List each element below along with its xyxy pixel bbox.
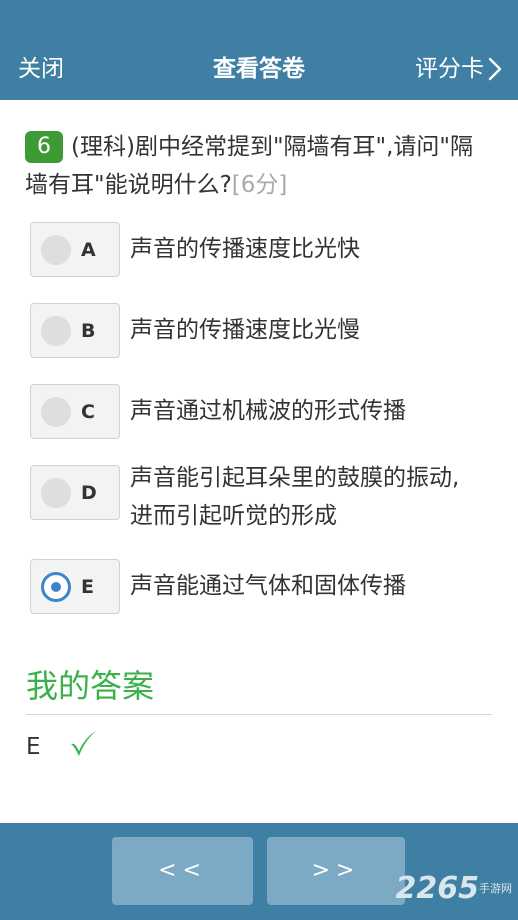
option-e-button[interactable]: E <box>30 559 120 614</box>
watermark-subtext: 手游网 <box>479 882 512 895</box>
option-a[interactable]: A 声音的传播速度比光快 <box>30 222 500 278</box>
check-icon <box>71 731 96 756</box>
question-score: [6分] <box>231 172 288 198</box>
option-text: 声音的传播速度比光慢 <box>130 317 360 343</box>
watermark-logo: 2265手游网 <box>396 871 513 907</box>
my-answer-value: E <box>26 734 41 760</box>
divider <box>26 714 492 715</box>
watermark-text: 2265 <box>395 871 480 906</box>
option-letter: D <box>81 482 97 504</box>
option-text: 声音的传播速度比光快 <box>130 236 360 262</box>
option-text: 声音通过机械波的形式传播 <box>130 398 406 424</box>
question-number-badge: 6 <box>25 131 63 163</box>
next-button[interactable]: >> <box>267 837 405 905</box>
radio-unselected-icon[interactable] <box>41 478 71 508</box>
option-letter: C <box>81 401 95 423</box>
score-card-button[interactable]: 评分卡 <box>415 53 502 85</box>
option-c[interactable]: C 声音通过机械波的形式传播 <box>30 384 500 440</box>
my-answer-title: 我的答案 <box>26 667 155 705</box>
question-block: 6 (理科)剧中经常提到"隔墙有耳",请问"隔墙有耳"能说明什么?[6分] <box>25 128 495 204</box>
option-letter: E <box>81 576 94 598</box>
option-a-button[interactable]: A <box>30 222 120 277</box>
previous-button[interactable]: << <box>112 837 253 905</box>
chevron-right-icon <box>488 57 502 81</box>
option-text: 声音能引起耳朵里的鼓膜的振动,进而引起听觉的形成 <box>130 465 460 529</box>
top-bar: 关闭 查看答卷 评分卡 <box>0 0 518 100</box>
bottom-bar: << >> 2265手游网 <box>0 823 518 920</box>
option-c-button[interactable]: C <box>30 384 120 439</box>
radio-unselected-icon[interactable] <box>41 235 71 265</box>
option-d-button[interactable]: D <box>30 465 120 520</box>
option-letter: A <box>81 239 96 261</box>
option-d[interactable]: D 声音能引起耳朵里的鼓膜的振动,进而引起听觉的形成 <box>30 465 500 545</box>
score-card-label: 评分卡 <box>415 56 484 82</box>
option-letter: B <box>81 320 96 342</box>
option-b-button[interactable]: B <box>30 303 120 358</box>
option-text: 声音能通过气体和固体传播 <box>130 573 406 599</box>
option-e[interactable]: E 声音能通过气体和固体传播 <box>30 559 500 615</box>
radio-unselected-icon[interactable] <box>41 397 71 427</box>
radio-unselected-icon[interactable] <box>41 316 71 346</box>
option-b[interactable]: B 声音的传播速度比光慢 <box>30 303 500 359</box>
radio-selected-icon[interactable] <box>41 572 71 602</box>
